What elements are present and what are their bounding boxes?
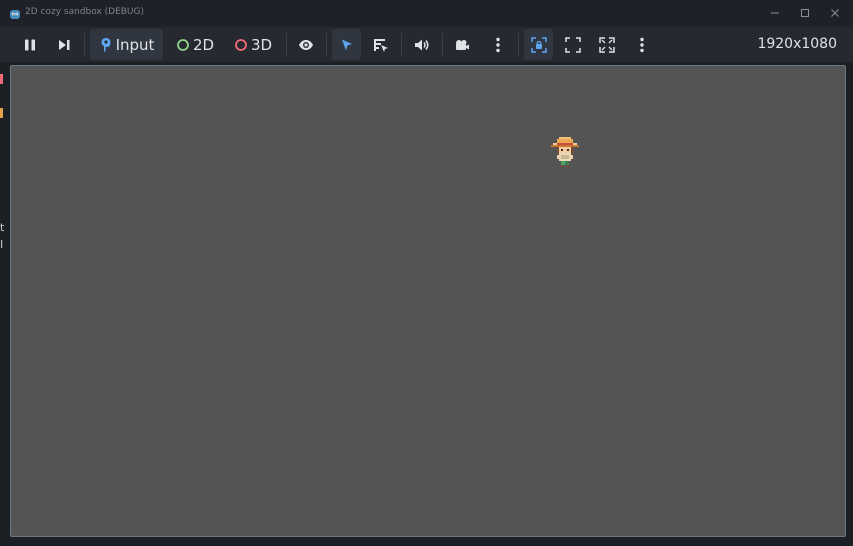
toolbar-separator	[442, 33, 443, 56]
player-character-sprite	[551, 137, 579, 167]
select-tool-button[interactable]	[332, 29, 361, 60]
window-title: 2D cozy sandbox (DEBUG)	[25, 7, 145, 17]
3d-label: 3D	[250, 35, 273, 54]
2d-label: 2D	[192, 35, 215, 54]
camera-override-button[interactable]	[448, 29, 476, 60]
select-arrow-icon	[341, 39, 352, 50]
editor-sliver: t I	[0, 62, 9, 542]
minimize-button[interactable]	[762, 4, 788, 22]
fullscreen-button[interactable]	[593, 29, 621, 60]
game-viewport[interactable]	[10, 65, 846, 537]
more-vertical-icon	[640, 37, 644, 52]
maximize-icon	[801, 9, 809, 17]
speaker-icon	[415, 39, 429, 50]
input-icon	[101, 37, 111, 52]
game-toolbar: Input 2D 3D	[0, 27, 853, 62]
resolution-label: 1920x1080	[757, 36, 837, 52]
editor-marker	[0, 74, 3, 84]
eye-icon	[299, 39, 313, 50]
editor-marker	[0, 108, 3, 118]
next-frame-button[interactable]	[50, 29, 78, 60]
fit-window-button[interactable]	[559, 29, 587, 60]
embed-options-button[interactable]	[628, 29, 656, 60]
toolbar-separator	[518, 33, 519, 56]
input-mode-button[interactable]: Input	[90, 29, 163, 60]
2d-icon	[177, 38, 189, 51]
editor-sliver-right	[846, 62, 853, 546]
step-icon	[59, 39, 70, 50]
title-bar: 2D cozy sandbox (DEBUG)	[0, 0, 853, 28]
input-label: Input	[115, 35, 155, 54]
keep-aspect-button[interactable]	[524, 29, 553, 60]
lock-camera-icon	[530, 36, 547, 53]
toolbar-separator	[326, 33, 327, 56]
camera-icon	[456, 39, 469, 50]
toolbar-separator	[84, 33, 85, 56]
list-select-icon	[374, 38, 388, 52]
toolbar-separator	[286, 33, 287, 56]
2d-mode-button[interactable]: 2D	[170, 29, 220, 60]
minimize-icon	[771, 12, 779, 14]
more-vertical-icon	[496, 37, 500, 52]
close-icon	[831, 9, 839, 17]
visibility-button[interactable]	[292, 29, 320, 60]
fit-icon	[565, 36, 581, 53]
close-button[interactable]	[822, 4, 848, 22]
godot-app-icon	[10, 10, 20, 19]
camera-options-button[interactable]	[484, 29, 512, 60]
3d-icon	[235, 38, 247, 51]
toolbar-separator	[401, 33, 402, 56]
editor-fragment-text: t	[0, 221, 5, 234]
maximize-button[interactable]	[792, 4, 818, 22]
audio-button[interactable]	[408, 29, 436, 60]
list-select-button[interactable]	[367, 29, 395, 60]
pause-icon	[25, 39, 35, 50]
3d-mode-button[interactable]: 3D	[228, 29, 278, 60]
pause-button[interactable]	[16, 29, 44, 60]
editor-fragment-text: I	[0, 238, 4, 251]
fullscreen-icon	[599, 36, 615, 53]
